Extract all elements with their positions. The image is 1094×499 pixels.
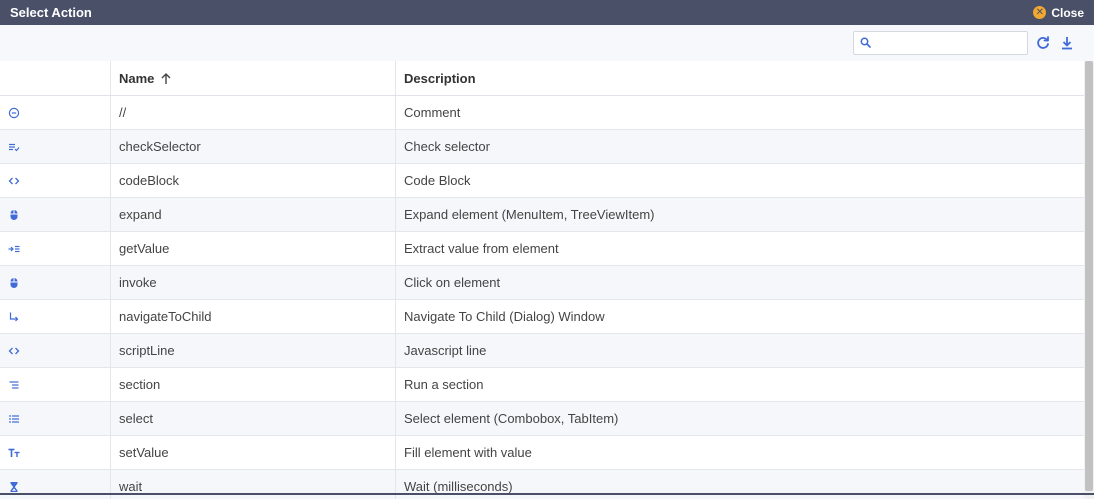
row-icon-cell [0, 96, 111, 129]
row-description: Extract value from element [404, 241, 559, 256]
actions-table: Name Description // Comment checkSelector C… [0, 61, 1084, 499]
column-header-icon [0, 61, 111, 95]
scrollbar-thumb[interactable] [1085, 61, 1093, 491]
row-icon-cell [0, 436, 111, 469]
code-icon [8, 347, 20, 354]
refresh-icon[interactable] [1035, 35, 1051, 51]
row-name: setValue [111, 436, 396, 469]
extract-icon [8, 245, 20, 252]
row-icon-cell [0, 232, 111, 265]
close-label: Close [1051, 5, 1084, 20]
bottom-border [0, 493, 1094, 495]
dialog-title: Select Action [10, 5, 92, 20]
row-name: navigateToChild [111, 300, 396, 333]
row-icon-cell [0, 266, 111, 299]
select-action-dialog: Select Action ✕ Close Name Description /… [0, 0, 1094, 499]
close-icon: ✕ [1033, 6, 1047, 19]
table-row[interactable]: expand Expand element (MenuItem, TreeView… [0, 198, 1084, 232]
search-icon [860, 37, 871, 48]
row-icon-cell [0, 198, 111, 231]
table-row[interactable]: getValue Extract value from element [0, 232, 1084, 266]
row-description: Check selector [404, 139, 490, 154]
row-name: // [111, 96, 396, 129]
mouse-icon [10, 277, 18, 288]
table-row[interactable]: // Comment [0, 96, 1084, 130]
code-icon [8, 177, 20, 184]
row-name: section [111, 368, 396, 401]
row-description: Click on element [404, 275, 501, 290]
mouse-icon [10, 209, 18, 220]
row-description: Javascript line [404, 343, 487, 358]
table-header: Name Description [0, 61, 1084, 96]
table-row[interactable]: scriptLine Javascript line [0, 334, 1084, 368]
subdirectory-arrow-icon [9, 312, 19, 321]
table-row[interactable]: codeBlock Code Block [0, 164, 1084, 198]
row-icon-cell [0, 130, 111, 163]
row-description: Select element (Combobox, TabItem) [404, 411, 619, 426]
table-row[interactable]: setValue Fill element with value [0, 436, 1084, 470]
text-size-icon [8, 448, 20, 457]
search-box[interactable] [853, 31, 1028, 55]
download-icon[interactable] [1059, 35, 1075, 51]
sort-ascending-icon [161, 72, 171, 84]
row-description: Code Block [404, 173, 471, 188]
table-row[interactable]: invoke Click on element [0, 266, 1084, 300]
row-description: Fill element with value [404, 445, 532, 460]
dialog-titlebar: Select Action ✕ Close [0, 0, 1094, 25]
row-icon-cell [0, 368, 111, 401]
row-icon-cell [0, 164, 111, 197]
hourglass-icon [10, 481, 18, 492]
row-icon-cell [0, 300, 111, 333]
row-name: expand [111, 198, 396, 231]
bullet-list-icon [9, 414, 19, 423]
table-row[interactable]: select Select element (Combobox, TabItem) [0, 402, 1084, 436]
vertical-scrollbar[interactable] [1084, 61, 1094, 499]
row-description: Navigate To Child (Dialog) Window [404, 309, 605, 324]
row-name: codeBlock [111, 164, 396, 197]
close-button[interactable]: ✕ Close [1033, 6, 1084, 20]
row-name: getValue [111, 232, 396, 265]
column-header-name[interactable]: Name [111, 61, 396, 95]
toolbar [0, 25, 1094, 61]
row-name: checkSelector [111, 130, 396, 163]
row-name: select [111, 402, 396, 435]
table-row[interactable]: section Run a section [0, 368, 1084, 402]
row-icon-cell [0, 402, 111, 435]
comment-icon [8, 107, 20, 118]
row-description: Comment [404, 105, 461, 120]
row-description: Run a section [404, 377, 484, 392]
table-body: // Comment checkSelector Check selector code… [0, 96, 1084, 499]
row-icon-cell [0, 334, 111, 367]
section-list-icon [9, 380, 19, 389]
column-header-name-label: Name [119, 70, 155, 86]
search-input[interactable] [874, 34, 1024, 52]
column-header-description[interactable]: Description [396, 61, 1084, 95]
check-list-icon [9, 143, 20, 151]
table-row[interactable]: checkSelector Check selector [0, 130, 1084, 164]
table-row[interactable]: navigateToChild Navigate To Child (Dialog… [0, 300, 1084, 334]
row-name: scriptLine [111, 334, 396, 367]
row-description: Expand element (MenuItem, TreeViewItem) [404, 207, 655, 222]
row-name: invoke [111, 266, 396, 299]
